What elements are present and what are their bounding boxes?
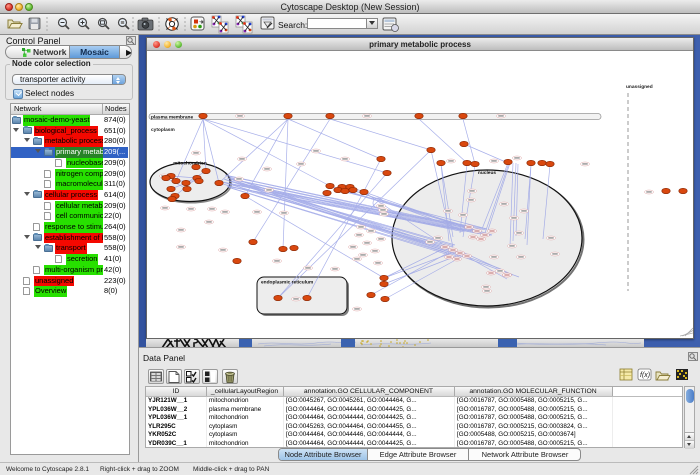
svg-text:unassigned: unassigned: [626, 84, 653, 90]
svg-text:plasma membrane: plasma membrane: [151, 115, 193, 121]
svg-text:nucleus: nucleus: [478, 170, 496, 176]
svg-text:f(x): f(x): [640, 372, 650, 379]
svg-text:endoplasmic reticulum: endoplasmic reticulum: [261, 280, 313, 286]
svg-text:cytoplasm: cytoplasm: [151, 127, 175, 133]
svg-text:mitochondrion: mitochondrion: [173, 161, 207, 167]
